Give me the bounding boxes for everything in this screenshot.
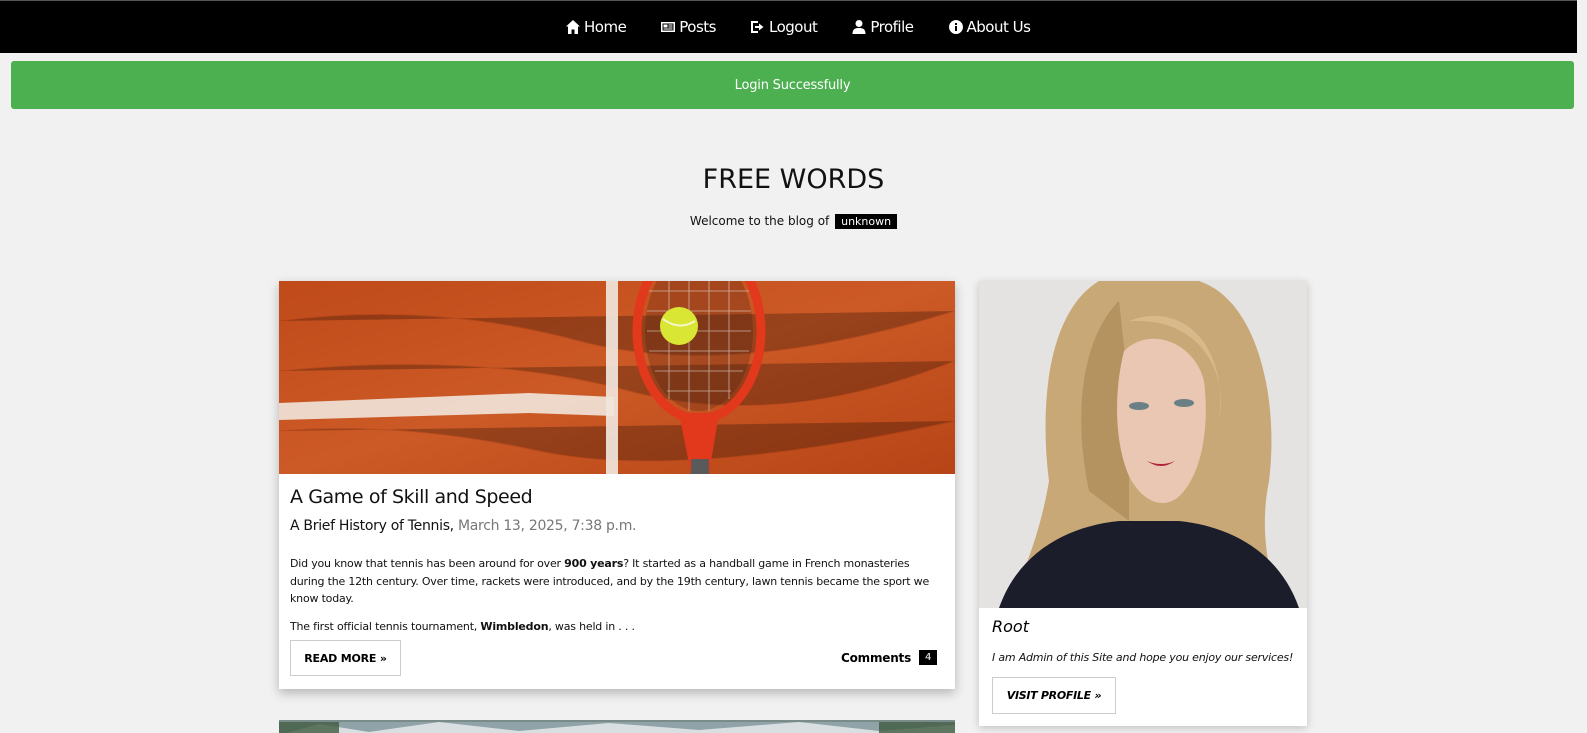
comments-label: Comments xyxy=(841,650,912,665)
home-icon xyxy=(566,20,580,34)
nav-logout-label: Logout xyxy=(769,18,818,36)
post-p1-bold: 900 years xyxy=(564,557,624,570)
alert-message: Login Successfully xyxy=(734,77,851,93)
sign-out-icon xyxy=(751,21,764,33)
nav-about-label: About Us xyxy=(966,18,1031,36)
post-paragraph-1: Did you know that tennis has been around… xyxy=(290,555,940,608)
profile-name: Root xyxy=(992,617,1029,636)
username-badge: unknown xyxy=(835,214,898,229)
comments-indicator[interactable]: Comments 4 xyxy=(841,650,938,665)
post-p2-bold: Wimbledon xyxy=(480,619,549,633)
newspaper-icon xyxy=(661,22,676,32)
login-success-alert: Login Successfully xyxy=(11,61,1574,109)
post-p1-text-a: Did you know that tennis has been around… xyxy=(290,557,565,570)
visit-profile-button[interactable]: VISIT PROFILE » xyxy=(992,677,1116,714)
post-paragraph-2: The first official tennis tournament, Wi… xyxy=(290,618,940,636)
post-p2-text-b: , was held in . . . xyxy=(548,619,635,633)
post-date: March 13, 2025, 7:38 p.m. xyxy=(458,518,637,534)
post-image-tennis xyxy=(279,281,955,474)
nav-profile-label: Profile xyxy=(870,18,914,36)
read-more-button[interactable]: READ MORE » xyxy=(290,640,401,676)
profile-card: Root I am Admin of this Site and hope yo… xyxy=(979,281,1307,726)
nav-logout-link[interactable]: Logout xyxy=(750,18,818,36)
post-title[interactable]: A Game of Skill and Speed xyxy=(290,486,533,508)
post-p2-text-a: The first official tennis tournament, xyxy=(290,619,481,633)
nav-home-label: Home xyxy=(584,18,627,36)
site-title: FREE WORDS xyxy=(702,164,885,195)
user-icon xyxy=(852,20,866,34)
nav-about-link[interactable]: About Us xyxy=(948,18,1031,36)
nav-posts-link[interactable]: Posts xyxy=(660,18,716,36)
post-subtitle-text: A Brief History of Tennis, xyxy=(290,518,454,534)
comments-count-badge: 4 xyxy=(919,650,938,665)
nav-profile-link[interactable]: Profile xyxy=(851,18,914,36)
page-scrollbar[interactable] xyxy=(1577,0,1587,733)
welcome-line: Welcome to the blog of unknown xyxy=(0,214,1587,229)
top-navbar: Home Posts Logout Profile About Us xyxy=(0,0,1587,53)
post-subtitle: A Brief History of Tennis, March 13, 202… xyxy=(290,518,636,534)
next-post-image xyxy=(279,720,955,733)
nav-posts-label: Posts xyxy=(679,18,716,36)
nav-home-link[interactable]: Home xyxy=(565,18,627,36)
profile-photo xyxy=(979,281,1307,608)
info-circle-icon xyxy=(948,20,963,34)
welcome-text: Welcome to the blog of xyxy=(689,214,830,228)
profile-description: I am Admin of this Site and hope you enj… xyxy=(992,651,1294,664)
nav-menu: Home Posts Logout Profile About Us xyxy=(565,18,1031,36)
post-card: A Game of Skill and Speed A Brief Histor… xyxy=(279,281,955,689)
post-excerpt: Did you know that tennis has been around… xyxy=(290,555,940,645)
